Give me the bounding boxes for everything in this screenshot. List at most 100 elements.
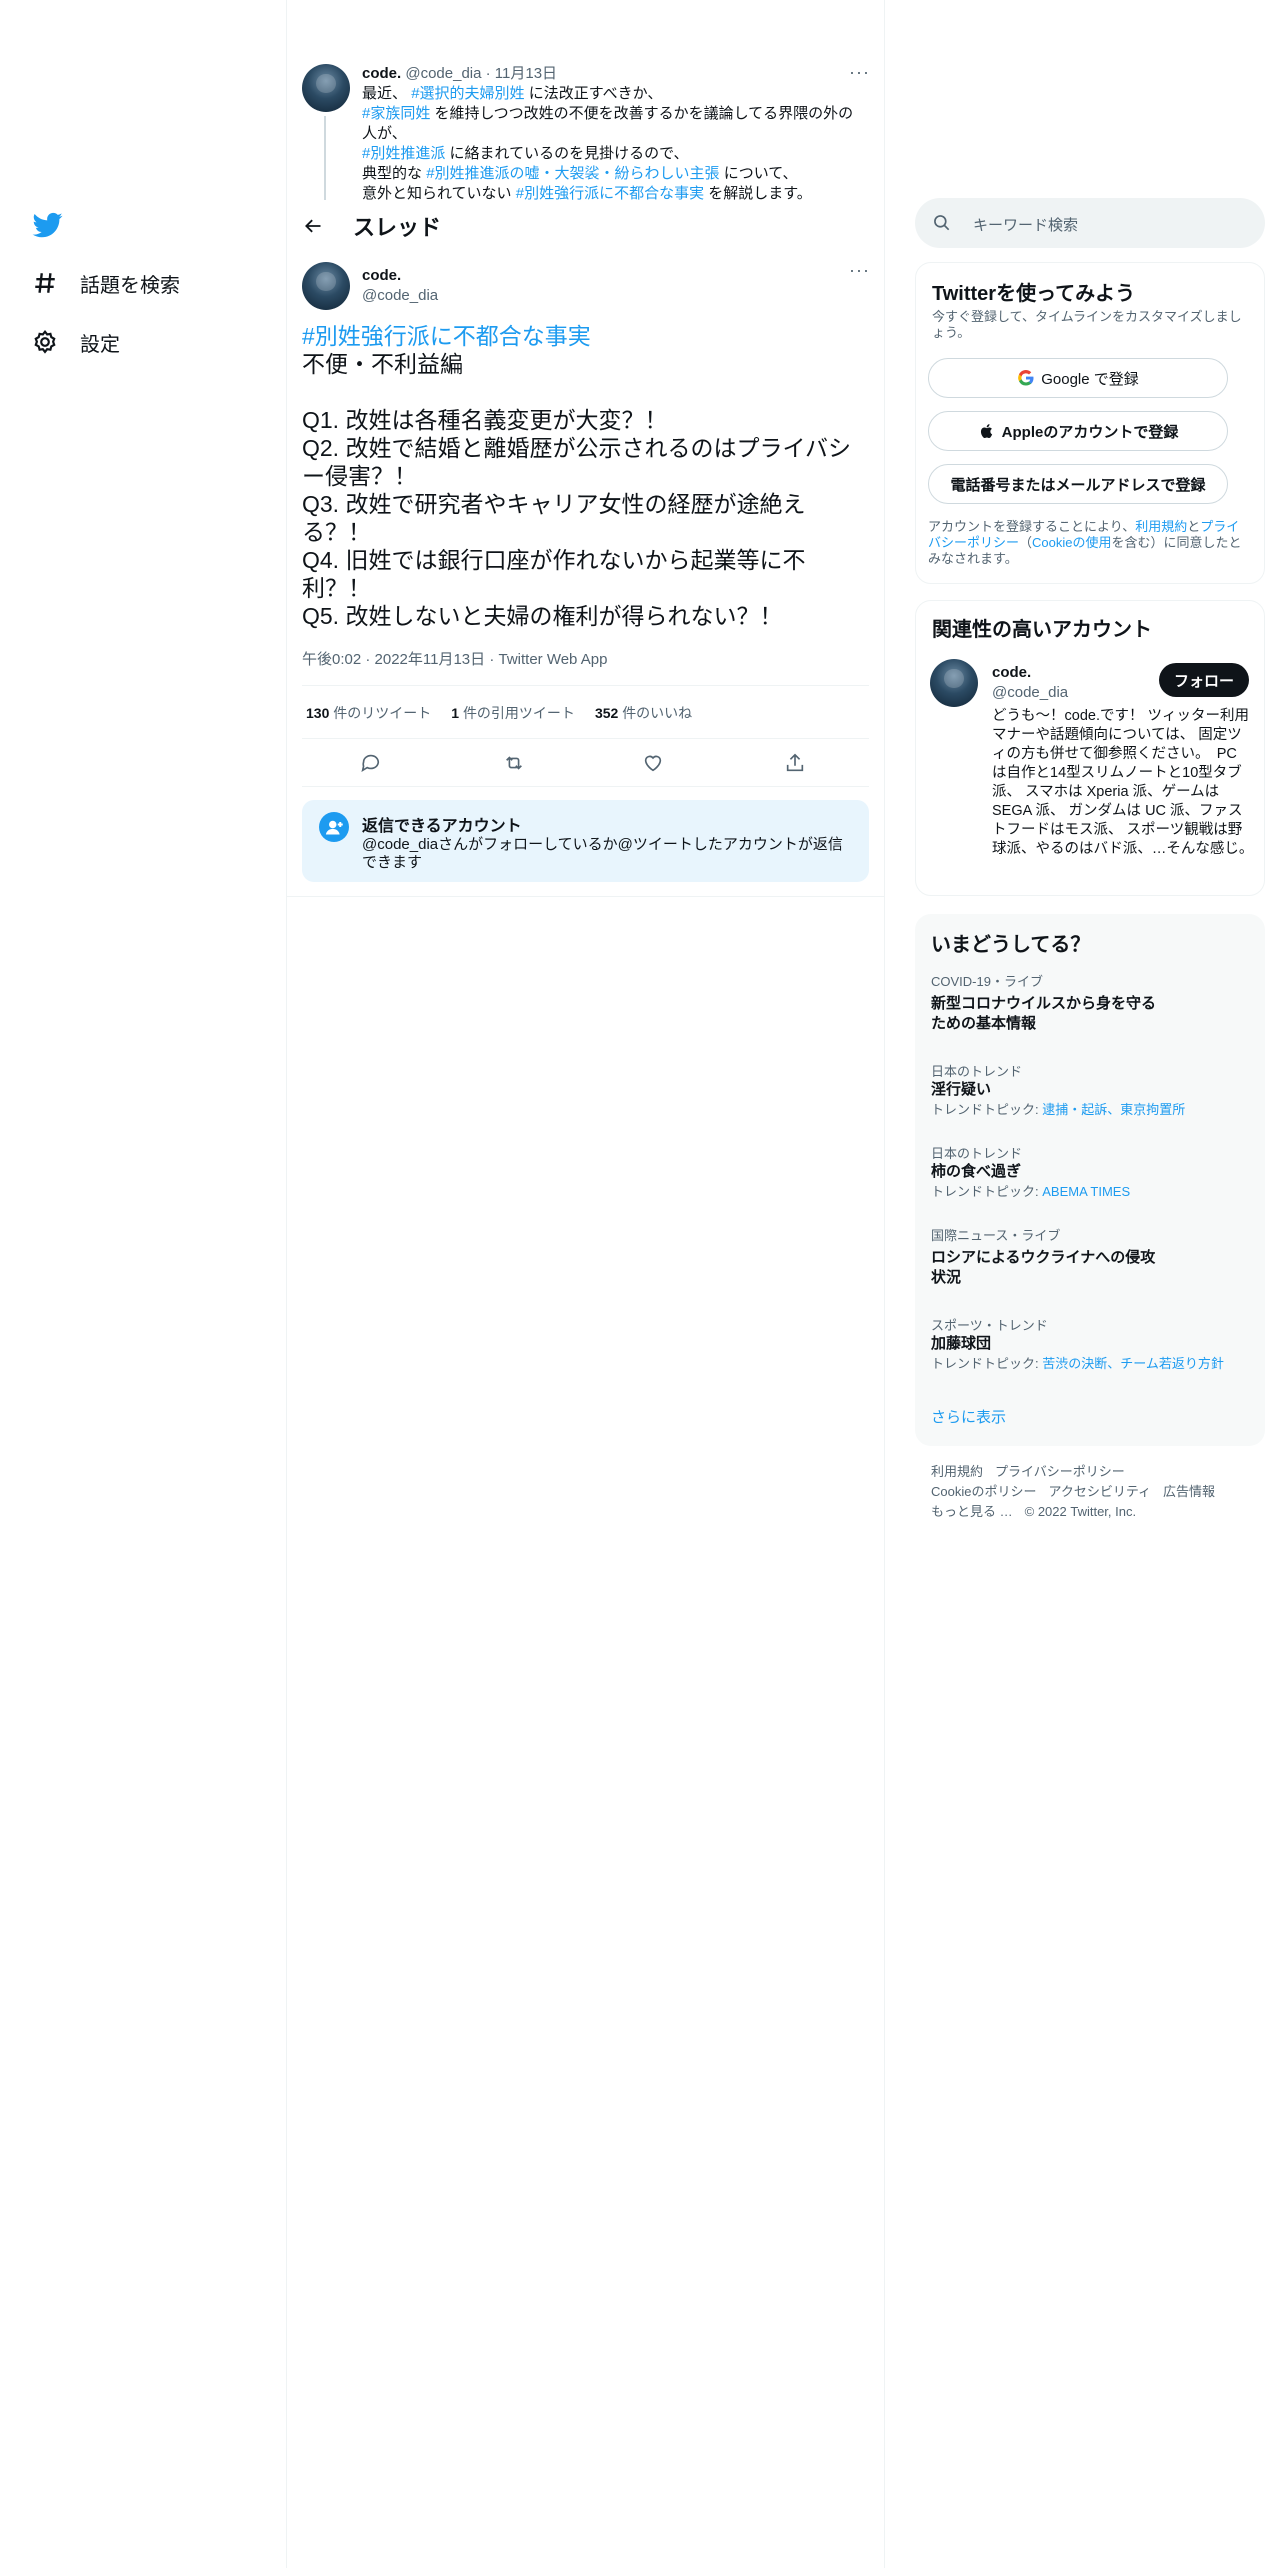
trend-category: COVID-19・ライブ [931,974,1043,989]
twitter-logo-icon[interactable] [32,210,64,240]
apple-signup-button[interactable]: Appleのアカウントで登録 [928,411,1228,451]
trend-topic-link[interactable]: 苦渋の決断、チーム若返り方針 [1042,1356,1224,1371]
phone-email-signup-label: 電話番号またはメールアドレスで登録 [950,476,1206,494]
related-account-names[interactable]: code. @code_dia [992,663,1068,703]
trend-item[interactable]: COVID-19・ライブ 新型コロナウイルスから身を守るための基本情報 [931,974,1251,1034]
retweet-count[interactable]: 130 件のリツイート [306,703,431,723]
display-name[interactable]: code. [362,266,438,286]
tweet-line: #別姓推進派 に絡まれているのを見掛けるので、 [362,144,862,164]
footer-accessibility-link[interactable]: アクセシビリティ [1048,1484,1151,1499]
handle[interactable]: @code_dia [362,286,438,306]
show-more-link[interactable]: さらに表示 [931,1406,1006,1427]
reply-icon[interactable] [359,752,381,774]
trends-title: いまどうしてる？ [931,934,1091,956]
search-input[interactable]: キーワード検索 [915,198,1265,248]
related-title: 関連性の高いアカウント [932,619,1152,641]
main-column: ··· code. @code_dia · 11月13日 最近、 #選択的夫婦別… [287,0,884,2568]
trend-topic-label: トレンドトピック: [931,1184,1043,1199]
trend-topic: トレンドトピック: 逮捕・起訴、東京拘置所 [931,1102,1251,1118]
tweet-body: 不便・不利益編 Q1. 改姓は各種名義変更が大変？！ Q2. 改姓で結婚と離婚歴… [302,351,852,629]
tweet-line: 意外と知られていない #別姓強行派に不都合な事実 を解説します。 [362,184,862,200]
terms-link[interactable]: 利用規約 [1135,519,1187,534]
nav-explore-label: 話題を検索 [80,274,180,297]
text: を解説します。 [708,185,812,200]
tweet-text: #別姓強行派に不都合な事実 不便・不利益編 Q1. 改姓は各種名義変更が大変？！… [302,322,867,630]
tweet-line: 最近、 #選択的夫婦別姓 に法改正すべきか、 [362,84,862,104]
google-signup-label: Google で登録 [1041,370,1139,388]
footer-cookie-link[interactable]: Cookieのポリシー [931,1484,1036,1499]
previous-tweet-header: code. @code_dia · 11月13日 [362,64,862,84]
nav-settings[interactable]: 設定 [32,322,120,362]
google-icon [1018,369,1034,386]
hashtag-link[interactable]: #別姓推進派の嘘・大袈裟・紛らわしい主張 [426,165,719,182]
trend-item[interactable]: 日本のトレンド 柿の食べ過ぎ トレンドトピック: ABEMA TIMES [931,1146,1251,1200]
like-number: 352 [594,705,619,721]
footer-terms-link[interactable]: 利用規約 [931,1464,983,1479]
footer-copyright: © 2022 Twitter, Inc. [1024,1504,1137,1519]
display-name[interactable]: code. [362,65,401,82]
handle-time[interactable]: @code_dia · 11月13日 [405,65,557,82]
hashtag-link[interactable]: #別姓推進派 [362,145,445,162]
trend-item[interactable]: 国際ニュース・ライブ ロシアによるウクライナへの侵攻状況 [931,1228,1251,1288]
divider [884,0,885,2568]
reply-box-text: @code_diaさんがフォローしているか@ツイートしたアカウントが返信できます [362,836,843,871]
nav-explore[interactable]: 話題を検索 [32,263,180,303]
text: と [1187,519,1201,534]
display-name[interactable]: code. [992,663,1068,683]
trend-topic-link[interactable]: 逮捕・起訴、東京拘置所 [1042,1102,1185,1117]
avatar[interactable] [302,64,350,112]
apple-signup-label: Appleのアカウントで登録 [1001,423,1179,441]
tweet-author: code. @code_dia ··· [302,260,877,312]
signup-subtitle: 今すぐ登録して、タイムラインをカスタマイズしましょう。 [932,309,1242,340]
avatar[interactable] [930,659,978,707]
previous-tweet[interactable]: ··· code. @code_dia · 11月13日 最近、 #選択的夫婦別… [287,0,884,200]
trend-name: 加藤球団 [931,1335,992,1352]
back-arrow-icon[interactable] [303,216,323,236]
previous-tweet-body: code. @code_dia · 11月13日 最近、 #選択的夫婦別姓 に法… [362,64,862,200]
footer-more-link[interactable]: もっと見る … [931,1504,1013,1519]
hashtag-link[interactable]: #別姓強行派に不都合な事実 [516,185,704,200]
tweet-timestamp[interactable]: 午後0:02 · 2022年11月13日 · Twitter Web App [302,648,607,669]
avatar[interactable] [302,262,350,310]
retweet-number: 130 [306,705,330,721]
text: アカウントを登録することにより、 [928,519,1136,534]
tweet-actions [302,746,869,782]
like-count[interactable]: 352 件のいいね [595,703,692,723]
phone-email-signup-button[interactable]: 電話番号またはメールアドレスで登録 [928,464,1228,504]
nav-settings-label: 設定 [80,333,120,356]
author-names[interactable]: code. @code_dia [362,266,438,306]
handle[interactable]: @code_dia [992,683,1068,703]
follow-button[interactable]: フォロー [1159,663,1249,697]
trend-name: ロシアによるウクライナへの侵攻状況 [931,1249,1156,1286]
hashtag-link[interactable]: #別姓強行派に不都合な事実 [302,323,591,349]
retweet-icon[interactable] [503,752,525,774]
trend-item[interactable]: スポーツ・トレンド 加藤球団 トレンドトピック: 苦渋の決断、チーム若返り方針 [931,1318,1251,1372]
trend-topic-label: トレンドトピック: [931,1102,1043,1117]
footer-privacy-link[interactable]: プライバシーポリシー [995,1464,1125,1479]
trend-topic-link[interactable]: ABEMA TIMES [1042,1184,1130,1199]
footer-ads-link[interactable]: 広告情報 [1163,1484,1215,1499]
hashtag-link[interactable]: #選択的夫婦別姓 [411,85,524,102]
cookie-link[interactable]: Cookieの使用 [1032,535,1111,550]
gear-icon [34,329,56,354]
thread-line [324,116,326,200]
trend-item[interactable]: 日本のトレンド 淫行疑い トレンドトピック: 逮捕・起訴、東京拘置所 [931,1064,1251,1118]
hashtag-icon [35,273,55,293]
quote-count[interactable]: 1 件の引用ツイート [451,703,575,723]
signup-title: Twitterを使ってみよう [932,283,1136,305]
google-signup-button[interactable]: Google で登録 [928,358,1228,398]
trend-category: スポーツ・トレンド [931,1318,1048,1333]
hashtag-link[interactable]: #家族同姓 [362,105,430,122]
divider [302,685,869,686]
text: 意外と知られていない [362,185,512,200]
quote-label: 件の引用ツイート [462,705,575,721]
trend-name: 新型コロナウイルスから身を守るための基本情報 [931,995,1157,1032]
share-icon[interactable] [784,752,806,774]
more-icon[interactable]: ··· [849,260,870,281]
search-placeholder: キーワード検索 [973,217,1079,234]
related-accounts-card: 関連性の高いアカウント code. @code_dia フォロー どうも～！co… [915,600,1265,896]
like-icon[interactable] [642,752,664,774]
search-icon [934,215,950,231]
trend-category: 日本のトレンド [931,1146,1023,1161]
retweet-label: 件のリツイート [333,705,432,721]
